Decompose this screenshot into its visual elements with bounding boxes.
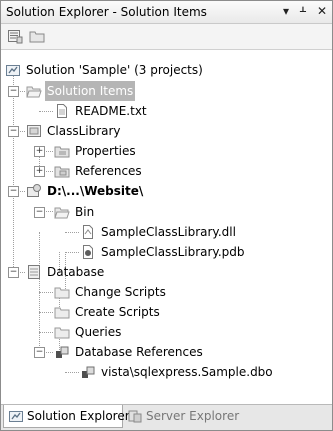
tree-item-database[interactable]: Database <box>26 262 106 282</box>
toolbar <box>1 24 332 50</box>
tree-item-label: Database <box>47 265 105 279</box>
properties-icon[interactable] <box>7 28 23 44</box>
tree-item-label: Solution Items <box>45 81 136 101</box>
new-folder-icon[interactable] <box>29 28 45 44</box>
tree-item-label: SampleClassLibrary.pdb <box>101 245 245 259</box>
collapse-toggle[interactable]: − <box>34 207 45 218</box>
tree-item-label: D:\...\Website\ <box>47 184 144 198</box>
folder-icon <box>54 307 70 319</box>
tree-item-label: Change Scripts <box>75 285 166 299</box>
csharp-project-icon <box>27 125 41 137</box>
tree-item-properties[interactable]: Properties <box>54 141 138 161</box>
tree-item-website[interactable]: D:\...\Website\ <box>26 181 145 201</box>
pushpin-icon[interactable]: ᚆ <box>300 4 306 18</box>
text-file-icon <box>57 104 67 118</box>
solution-icon <box>6 65 20 76</box>
dll-file-icon <box>83 225 93 239</box>
tree-item-label: README.txt <box>75 104 147 118</box>
tree-item-create-scripts[interactable]: Create Scripts <box>54 302 162 322</box>
tree-item-readme[interactable]: README.txt <box>54 101 149 121</box>
solution-explorer-icon <box>9 411 23 422</box>
collapse-toggle[interactable]: − <box>8 86 19 97</box>
folder-icon <box>54 327 70 339</box>
pdb-file-icon <box>83 245 93 259</box>
tree-item-pdb[interactable]: SampleClassLibrary.pdb <box>80 242 246 262</box>
tree-item-label: SampleClassLibrary.dll <box>101 225 236 239</box>
solution-tree: Solution 'Sample' (3 projects) − Solutio… <box>1 50 332 400</box>
expand-toggle[interactable]: + <box>34 146 45 157</box>
tree-item-label: Solution 'Sample' (3 projects) <box>26 63 203 77</box>
tree-item-dll[interactable]: SampleClassLibrary.dll <box>80 222 238 242</box>
collapse-toggle[interactable]: − <box>8 267 19 278</box>
tree-item-label: Bin <box>75 205 95 219</box>
solution-explorer-window: Solution Explorer - Solution Items ▾ ᚆ ✕ <box>0 0 333 431</box>
tab-server-explorer[interactable]: Server Explorer <box>123 405 243 427</box>
tree-item-label: Create Scripts <box>75 305 160 319</box>
title-bar: Solution Explorer - Solution Items ▾ ᚆ ✕ <box>1 1 332 24</box>
close-icon[interactable]: ✕ <box>317 4 327 18</box>
tree-item-bin[interactable]: Bin <box>54 202 96 222</box>
tree-item-solution[interactable]: Solution 'Sample' (3 projects) <box>5 60 205 80</box>
tree-item-database-references[interactable]: Database References <box>54 342 205 362</box>
website-project-icon <box>27 184 41 197</box>
collapse-toggle[interactable]: − <box>8 126 19 137</box>
folder-open-icon <box>54 207 70 219</box>
expand-toggle[interactable]: + <box>34 166 45 177</box>
tree-item-label: vista\sqlexpress.Sample.dbo <box>101 365 273 379</box>
tree-item-classlibrary[interactable]: ClassLibrary <box>26 121 123 141</box>
folder-open-icon <box>26 86 42 98</box>
tree-item-label: Properties <box>75 144 136 158</box>
tree-item-change-scripts[interactable]: Change Scripts <box>54 282 168 302</box>
references-folder-icon <box>54 166 70 178</box>
tab-label: Server Explorer <box>146 409 240 423</box>
database-connection-icon <box>82 366 95 378</box>
tree-item-queries[interactable]: Queries <box>54 322 123 342</box>
tab-label: Solution Explorer <box>27 409 130 423</box>
collapse-toggle[interactable]: − <box>8 186 19 197</box>
folder-icon <box>54 287 70 299</box>
collapse-toggle[interactable]: − <box>34 347 45 358</box>
bottom-tab-strip: Solution Explorer Server Explorer <box>1 404 332 430</box>
tree-item-label: Queries <box>75 325 122 339</box>
tree-item-label: References <box>75 164 142 178</box>
chevron-down-icon[interactable]: ▾ <box>283 4 289 18</box>
tree-item-references[interactable]: References <box>54 161 144 181</box>
tree-item-label: ClassLibrary <box>47 124 121 138</box>
server-explorer-icon <box>128 410 142 423</box>
window-title: Solution Explorer - Solution Items <box>6 5 207 19</box>
properties-folder-icon <box>54 146 70 158</box>
database-project-icon <box>28 265 40 279</box>
database-references-icon <box>56 346 69 358</box>
tab-solution-explorer[interactable]: Solution Explorer <box>3 405 130 428</box>
tree-item-label: Database References <box>75 345 203 359</box>
tree-item-solution-items[interactable]: Solution Items <box>26 81 136 101</box>
tree-item-db-reference[interactable]: vista\sqlexpress.Sample.dbo <box>80 362 275 382</box>
